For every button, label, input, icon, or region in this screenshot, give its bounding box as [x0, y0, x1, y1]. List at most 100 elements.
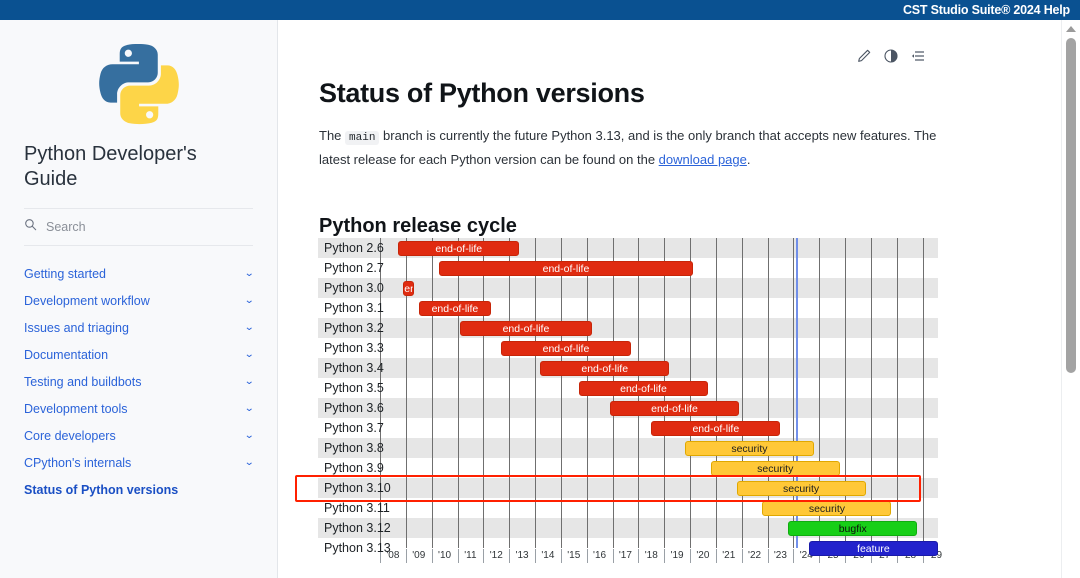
gantt-row: Python 3.2	[318, 318, 938, 338]
scrollbar-thumb[interactable]	[1066, 38, 1076, 373]
axis-tick-label: '10	[438, 550, 452, 561]
python-logo-icon	[0, 20, 277, 132]
python-release-cycle-gantt-chart: Python 2.6 Python 2.7 Python 3.0 Python 3.1…	[295, 238, 942, 568]
axis-tick-label: '28	[903, 550, 917, 561]
page-title: Status of Python versions	[319, 78, 645, 109]
axis-tick-label: '24	[799, 550, 813, 561]
sidebar-item-label: Status of Python versions	[24, 482, 179, 497]
sidebar-item-testing-and-buildbots[interactable]: Testing and buildbots ⌄	[24, 368, 254, 395]
gantt-row-label: Python 3.1	[324, 301, 384, 315]
gantt-row-label: Python 3.3	[324, 341, 384, 355]
gantt-row: Python 2.7	[318, 258, 938, 278]
sidebar-item-label: Core developers	[24, 428, 116, 443]
edit-pencil-icon[interactable]	[856, 48, 872, 64]
gantt-row-label: Python 3.12	[324, 521, 391, 535]
sidebar-item-development-tools[interactable]: Development tools ⌄	[24, 395, 254, 422]
axis-tick-label: '16	[593, 550, 607, 561]
chevron-down-icon[interactable]: ⌄	[244, 322, 254, 333]
window-title: CST Studio Suite® 2024 Help	[902, 3, 1070, 17]
axis-tick-label: '18	[644, 550, 658, 561]
gantt-row-label: Python 3.4	[324, 361, 384, 375]
chevron-down-icon[interactable]: ⌄	[244, 457, 254, 468]
chevron-down-icon[interactable]: ⌄	[244, 268, 254, 279]
sidebar-item-documentation[interactable]: Documentation ⌄	[24, 341, 254, 368]
gantt-row-label: Python 3.8	[324, 441, 384, 455]
intro-text-part1: The	[319, 128, 346, 143]
gantt-row: Python 3.6	[318, 398, 938, 418]
gantt-row: Python 3.12	[318, 518, 938, 538]
axis-tick-label: '29	[928, 550, 943, 561]
gantt-row: Python 3.5	[318, 378, 938, 398]
inline-code-main: main	[345, 131, 380, 145]
scroll-up-arrow[interactable]	[1066, 26, 1076, 32]
axis-tick-label: '22	[748, 550, 762, 561]
sidebar-item-core-developers[interactable]: Core developers ⌄	[24, 422, 254, 449]
sidebar-item-label: Testing and buildbots	[24, 374, 142, 389]
vertical-scrollbar[interactable]	[1061, 20, 1080, 578]
sidebar: Python Developer's Guide Getting started…	[0, 20, 278, 578]
sidebar-item-label: Getting started	[24, 266, 106, 281]
sidebar-item-getting-started[interactable]: Getting started ⌄	[24, 260, 254, 287]
intro-text-part3: .	[746, 152, 751, 167]
sidebar-item-cpython-internals[interactable]: CPython's internals ⌄	[24, 449, 254, 476]
axis-tick-label: '26	[851, 550, 865, 561]
chevron-down-icon[interactable]: ⌄	[244, 430, 254, 441]
gantt-row: Python 3.8	[318, 438, 938, 458]
window-title-bar: CST Studio Suite® 2024 Help	[0, 0, 1080, 20]
intro-text-part2: branch is currently the future Python 3.…	[319, 128, 937, 167]
gantt-row: Python 3.7	[318, 418, 938, 438]
gantt-row-label: Python 3.7	[324, 421, 384, 435]
intro-paragraph: The main branch is currently the future …	[319, 125, 959, 170]
axis-tick-label: '13	[515, 550, 529, 561]
axis-tick-label: '12	[489, 550, 503, 561]
sidebar-item-development-workflow[interactable]: Development workflow ⌄	[24, 287, 254, 314]
gantt-row: Python 3.0	[318, 278, 938, 298]
content-toolbar	[856, 48, 926, 64]
gantt-row: Python 3.3	[318, 338, 938, 358]
sidebar-item-label: Documentation	[24, 347, 109, 362]
axis-tick-label: '20	[696, 550, 710, 561]
gantt-row-label: Python 3.2	[324, 321, 384, 335]
main-content: Status of Python versions The main branc…	[279, 20, 1061, 578]
gantt-row-label: Python 3.6	[324, 401, 384, 415]
axis-tick-label: '27	[877, 550, 891, 561]
gantt-row: Python 3.1	[318, 298, 938, 318]
gantt-row-label: Python 2.7	[324, 261, 384, 275]
gantt-rows: Python 2.6 Python 2.7 Python 3.0 Python 3.1…	[318, 238, 938, 558]
theme-toggle-icon[interactable]	[883, 48, 899, 64]
download-page-link[interactable]: download page	[659, 152, 747, 167]
search-icon	[24, 218, 37, 236]
sidebar-nav: Getting started ⌄ Development workflow ⌄…	[24, 260, 254, 503]
gantt-row: Python 2.6	[318, 238, 938, 258]
gantt-x-axis: '08'09'10'11'12'13'14'15'16'17'18'19'20 '…	[380, 549, 942, 568]
axis-tick-label: '15	[567, 550, 581, 561]
chevron-down-icon[interactable]: ⌄	[244, 403, 254, 414]
axis-tick-label: '14	[541, 550, 555, 561]
sidebar-item-label: Development workflow	[24, 293, 150, 308]
search-box[interactable]	[24, 209, 253, 246]
highlight-rectangle-python-310	[295, 475, 921, 502]
sidebar-item-label: Issues and triaging	[24, 320, 129, 335]
sidebar-item-issues-and-triaging[interactable]: Issues and triaging ⌄	[24, 314, 254, 341]
axis-tick-label: '19	[670, 550, 684, 561]
chevron-down-icon[interactable]: ⌄	[244, 349, 254, 360]
sidebar-item-label: CPython's internals	[24, 455, 132, 470]
gantt-row-label: Python 2.6	[324, 241, 384, 255]
chevron-down-icon[interactable]: ⌄	[244, 376, 254, 387]
search-input[interactable]	[46, 220, 196, 234]
sidebar-item-status-of-python-versions[interactable]: Status of Python versions	[24, 476, 253, 503]
gantt-row-label: Python 3.13	[324, 541, 391, 555]
axis-tick-label: '17	[618, 550, 632, 561]
toc-list-icon[interactable]	[910, 48, 926, 64]
sidebar-item-label: Development tools	[24, 401, 128, 416]
axis-tick-label: '25	[825, 550, 839, 561]
section-title: Python release cycle	[319, 214, 517, 237]
axis-tick-label: '11	[464, 550, 477, 561]
gantt-row: Python 3.4	[318, 358, 938, 378]
gantt-row-label: Python 3.5	[324, 381, 384, 395]
gantt-row-label: Python 3.0	[324, 281, 384, 295]
axis-tick-label: '23	[773, 550, 787, 561]
chevron-down-icon[interactable]: ⌄	[244, 295, 254, 306]
axis-tick-label: '09	[412, 550, 426, 561]
brand-title: Python Developer's Guide	[24, 143, 197, 190]
